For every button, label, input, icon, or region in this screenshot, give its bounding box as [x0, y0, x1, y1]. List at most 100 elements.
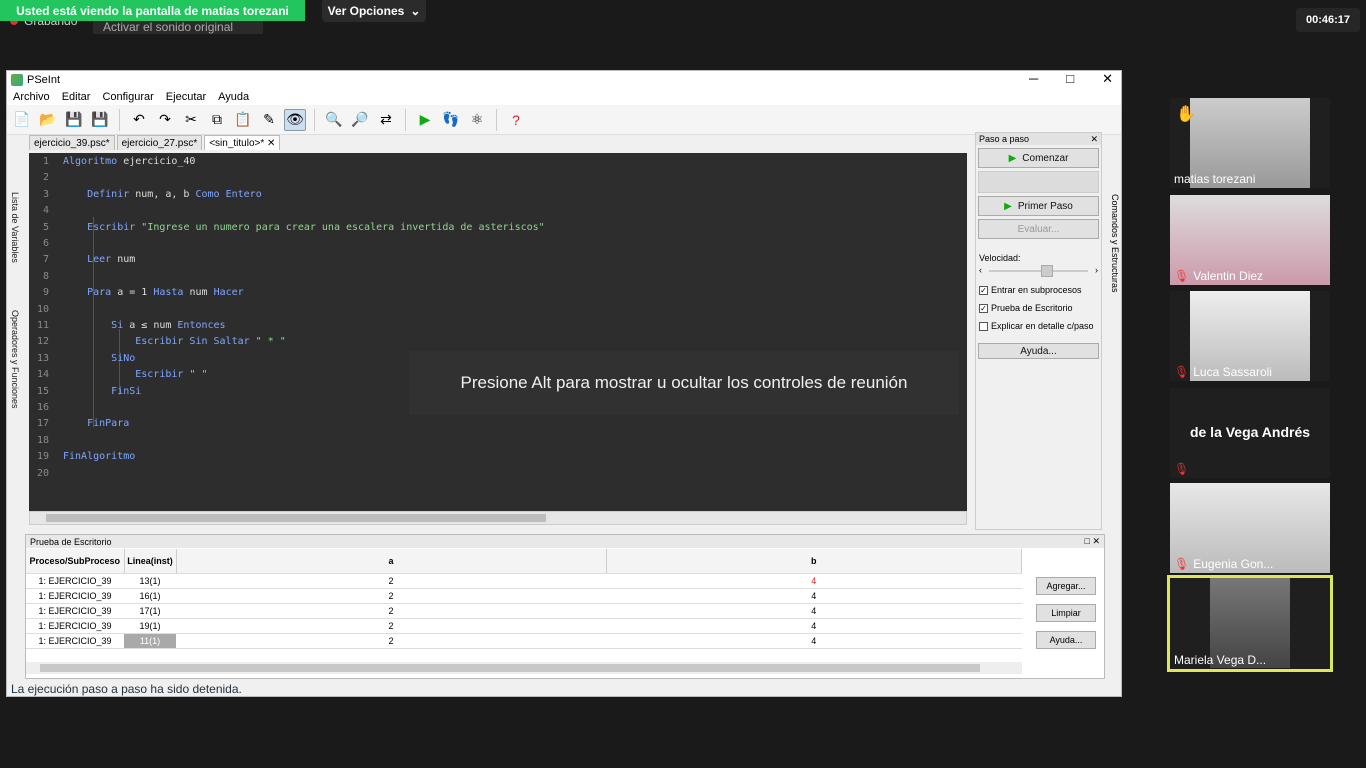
find-next-icon[interactable]: 🔎: [349, 109, 371, 131]
subprocesses-checkbox[interactable]: ✓ Entrar en subprocesos: [979, 285, 1098, 295]
explain-checkbox[interactable]: Explicar en detalle c/paso: [979, 321, 1098, 331]
code-line[interactable]: 5 Escribir "Ingrese un numero para crear…: [29, 222, 967, 238]
code-token: Hasta: [153, 287, 184, 299]
table-horizontal-scrollbar[interactable]: [26, 662, 1022, 674]
tab-ejercicio-39[interactable]: ejercicio_39.psc*: [29, 135, 115, 150]
mic-muted-icon: 🎙: [1174, 462, 1190, 476]
code-line[interactable]: 3 Definir num, a, b Como Entero: [29, 189, 967, 205]
help-button[interactable]: Ayuda...: [1036, 631, 1096, 649]
participant-tile[interactable]: 🎙 Eugenia Gon...: [1170, 483, 1330, 573]
participant-tile-active-speaker[interactable]: Mariela Vega D...: [1167, 575, 1333, 672]
minimize-button[interactable]: ─: [1029, 71, 1038, 87]
code-token: FinPara: [87, 418, 130, 430]
save-icon[interactable]: 💾: [63, 109, 85, 131]
close-tab-icon[interactable]: ✕: [267, 138, 275, 149]
open-folder-icon[interactable]: 📂: [37, 109, 59, 131]
flowchart-icon[interactable]: ⚛: [466, 109, 488, 131]
table-cell: 1: EJERCICIO_39: [26, 573, 124, 589]
code-text: FinAlgoritmo: [53, 451, 135, 467]
code-line[interactable]: 12 Escribir Sin Saltar " * ": [29, 336, 967, 352]
code-text: Escribir Sin Saltar " * ": [53, 336, 286, 352]
code-line[interactable]: 8: [29, 271, 967, 287]
menu-configurar[interactable]: Configurar: [102, 91, 153, 103]
maximize-button[interactable]: □: [1066, 71, 1074, 87]
code-line[interactable]: 20: [29, 468, 967, 484]
code-line[interactable]: 11 Si a ≤ num Entonces: [29, 320, 967, 336]
menu-editar[interactable]: Editar: [62, 91, 91, 103]
table-row[interactable]: 1: EJERCICIO_39 11(1) 2 4: [26, 633, 1022, 649]
close-button[interactable]: ✕: [1102, 71, 1113, 87]
debug-view-icon[interactable]: 👁: [284, 108, 306, 131]
find-icon[interactable]: 🔍: [323, 109, 345, 131]
menu-archivo[interactable]: Archivo: [13, 91, 50, 103]
code-line[interactable]: 19 FinAlgoritmo: [29, 451, 967, 467]
close-icon[interactable]: □ ✕: [1085, 536, 1100, 547]
step-icon[interactable]: 👣: [440, 109, 462, 131]
commands-tab[interactable]: Comandos y Estructuras: [1110, 194, 1120, 293]
code-line[interactable]: 18: [29, 435, 967, 451]
code-line[interactable]: 4: [29, 205, 967, 221]
menu-ejecutar[interactable]: Ejecutar: [166, 91, 206, 103]
run-icon[interactable]: ▶: [414, 109, 436, 131]
scroll-thumb[interactable]: [46, 514, 546, 522]
code-line[interactable]: 1 Algoritmo ejercicio_40: [29, 156, 967, 172]
add-button[interactable]: Agregar...: [1036, 577, 1096, 595]
checkbox-checked[interactable]: ✓: [979, 303, 988, 313]
save-as-icon[interactable]: 💾: [89, 109, 111, 131]
start-button[interactable]: ▶ Comenzar: [978, 148, 1099, 168]
paste-icon[interactable]: 📋: [232, 109, 254, 131]
menu-ayuda[interactable]: Ayuda: [218, 91, 249, 103]
code-editor[interactable]: 1 Algoritmo ejercicio_40 2 3 Definir num, a…: [29, 153, 967, 511]
code-line[interactable]: 6: [29, 238, 967, 254]
code-token: Leer: [87, 254, 112, 266]
table-row[interactable]: 1: EJERCICIO_39 17(1) 2 4: [26, 603, 1022, 619]
slider-thumb[interactable]: [1041, 265, 1053, 277]
code-line[interactable]: 17 FinPara: [29, 418, 967, 434]
clear-button[interactable]: Limpiar: [1036, 604, 1096, 622]
close-icon[interactable]: ✕: [1090, 134, 1098, 145]
column-header[interactable]: Proceso/SubProceso: [26, 549, 125, 574]
tab-sin-titulo[interactable]: <sin_titulo>* ✕: [204, 135, 281, 150]
code-token: Escribir Sin Saltar: [135, 336, 250, 348]
chevron-right-icon[interactable]: ›: [1095, 265, 1098, 275]
checkbox-unchecked[interactable]: [979, 321, 988, 331]
column-header[interactable]: a: [176, 549, 607, 574]
new-file-icon[interactable]: 📄: [11, 109, 33, 131]
view-options-button[interactable]: Ver Opciones ⌄: [322, 0, 426, 22]
raise-hand-icon: ✋: [1176, 106, 1196, 123]
participant-tile[interactable]: de la Vega Andrés 🎙: [1170, 388, 1330, 478]
edit-icon[interactable]: ✎: [258, 109, 280, 131]
code-line[interactable]: 9 Para a = 1 Hasta num Hacer: [29, 287, 967, 303]
participant-tile[interactable]: 🎙 Luca Sassaroli: [1170, 291, 1330, 381]
copy-icon[interactable]: ⧉: [206, 109, 228, 131]
help-icon[interactable]: ?: [505, 109, 527, 131]
variables-list-tab[interactable]: Lista de Variables: [10, 192, 20, 263]
column-header[interactable]: Linea(inst): [124, 549, 177, 574]
redo-icon[interactable]: ↷: [154, 109, 176, 131]
code-token: Definir: [87, 188, 130, 200]
speed-slider[interactable]: ‹ ›: [979, 265, 1098, 277]
code-text: Para a = 1 Hasta num Hacer: [53, 287, 244, 303]
chevron-left-icon[interactable]: ‹: [979, 265, 982, 275]
tab-ejercicio-27[interactable]: ejercicio_27.psc*: [116, 135, 203, 150]
replace-icon[interactable]: ⇄: [375, 109, 397, 131]
cut-icon[interactable]: ✂: [180, 109, 202, 131]
desk-test-checkbox[interactable]: ✓ Prueba de Escritorio: [979, 303, 1098, 313]
editor-horizontal-scrollbar[interactable]: [29, 511, 967, 525]
undo-icon[interactable]: ↶: [128, 109, 150, 131]
table-row[interactable]: 1: EJERCICIO_39 19(1) 2 4: [26, 618, 1022, 634]
help-button[interactable]: Ayuda...: [978, 343, 1099, 359]
code-line[interactable]: 2: [29, 172, 967, 188]
scroll-thumb[interactable]: [40, 664, 980, 672]
table-row[interactable]: 1: EJERCICIO_39 13(1) 2 4: [26, 573, 1022, 589]
checkbox-checked[interactable]: ✓: [979, 285, 988, 295]
first-step-button[interactable]: ▶ Primer Paso: [978, 196, 1099, 216]
evaluate-button[interactable]: Evaluar...: [978, 219, 1099, 239]
column-header[interactable]: b: [606, 549, 1022, 574]
code-line[interactable]: 7 Leer num: [29, 254, 967, 270]
participant-tile[interactable]: 🎙 Valentin Diez: [1170, 195, 1330, 285]
code-line[interactable]: 10: [29, 304, 967, 320]
participant-tile[interactable]: ✋ matias torezani: [1170, 98, 1330, 188]
table-row[interactable]: 1: EJERCICIO_39 16(1) 2 4: [26, 588, 1022, 604]
operators-tab[interactable]: Operadores y Funciones: [10, 310, 20, 409]
